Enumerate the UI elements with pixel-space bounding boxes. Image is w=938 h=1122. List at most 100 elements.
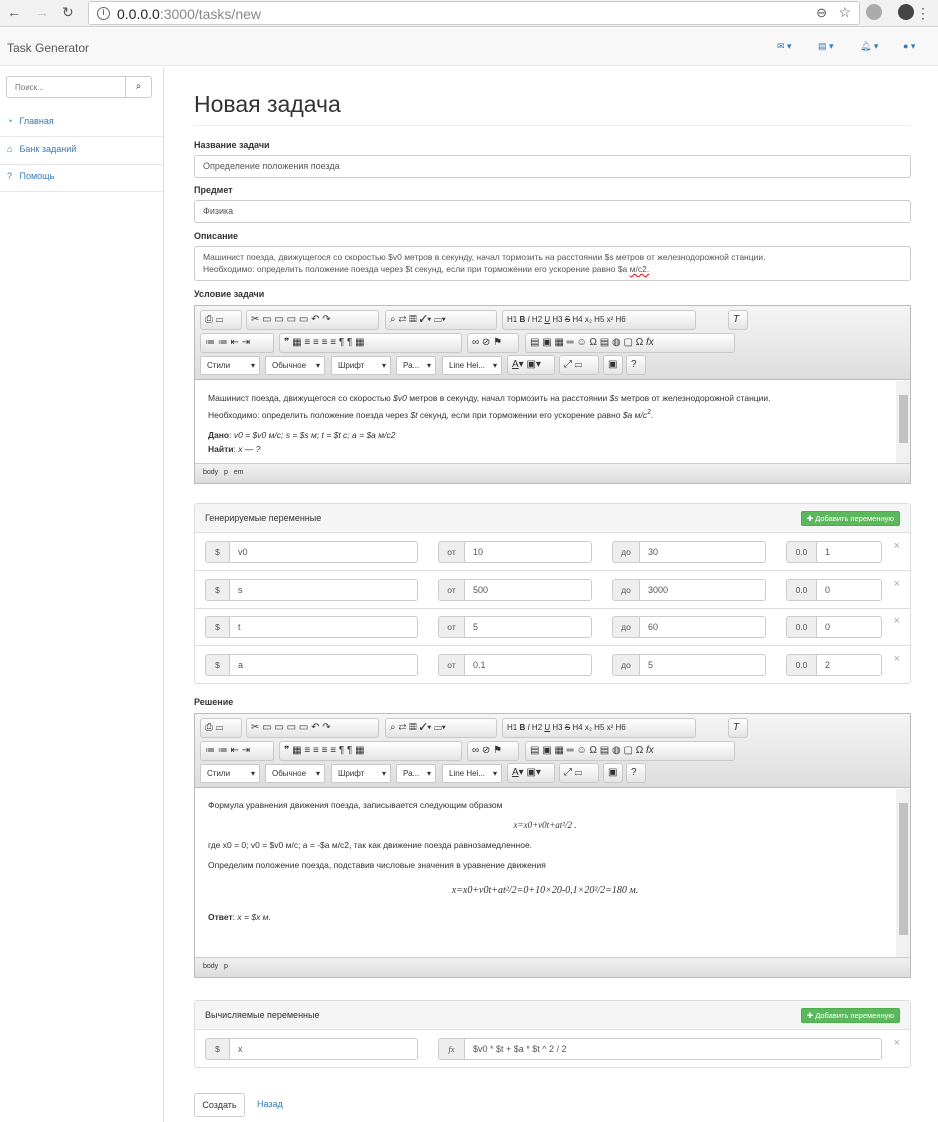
variable-to-input[interactable]: 60 xyxy=(639,616,766,638)
sidebar-item-help[interactable]: ? Помощь xyxy=(0,164,163,192)
variable-to-input[interactable]: 5 xyxy=(639,654,766,676)
heading-format-tools[interactable]: H1 B I H2 U H3 S H4 x₂ H5 x² H6 xyxy=(502,310,696,330)
link-tools[interactable]: ∞ ⊘ ⚑ xyxy=(467,333,519,353)
editor-content[interactable]: Формула уравнения движения поезда, запис… xyxy=(195,789,895,933)
clear-format-icon[interactable]: T xyxy=(728,718,748,738)
image-icon[interactable]: ▣ xyxy=(603,355,623,375)
info-icon[interactable]: i xyxy=(97,7,110,20)
help-icon[interactable]: ? xyxy=(626,355,646,375)
reload-icon[interactable]: ↻ xyxy=(62,4,74,21)
variable-from-input[interactable]: 500 xyxy=(464,579,592,601)
insert-tools[interactable]: ▤ ▣ ▦ ═ ☺ Ω ▤ ◍ ▢ Ω fx xyxy=(525,741,735,761)
line-height-select[interactable]: Line Hei... xyxy=(442,356,502,375)
panel-heading: Вычисляемые переменные ✚ Добавить переме… xyxy=(195,1001,910,1030)
list-tools[interactable]: ≔ ≔ ⇤ ⇥ xyxy=(200,741,274,761)
remove-variable-icon[interactable]: × xyxy=(894,540,900,552)
maximize-tools[interactable]: ⤢ ▭ xyxy=(559,355,599,375)
condition-editor: ⎙ ▭ ✂ ▭ ▭ ▭ ▭ ↶ ↷ ⌕ ⇄ ▦ ✓▾ ▭▾ H1 B I H2 … xyxy=(194,305,911,484)
add-variable-button[interactable]: ✚ Добавить переменную xyxy=(800,511,900,526)
image-icon[interactable]: ▣ xyxy=(603,763,623,783)
variable-from-input[interactable]: 0.1 xyxy=(464,654,592,676)
task-name-input[interactable]: Определение положения поезда xyxy=(194,155,911,178)
editor-content[interactable]: Машинист поезда, движущегося со скорость… xyxy=(195,381,895,466)
clipboard-tools[interactable]: ✂ ▭ ▭ ▭ ▭ ↶ ↷ xyxy=(246,718,379,738)
styles-select[interactable]: Стили xyxy=(200,764,260,783)
description-textarea[interactable]: Машинист поезда, движущегося со скорость… xyxy=(194,246,911,281)
evernote-icon[interactable] xyxy=(898,4,914,20)
styles-select[interactable]: Стили xyxy=(200,356,260,375)
variable-name-input[interactable]: s xyxy=(229,579,418,601)
brand[interactable]: Task Generator xyxy=(7,41,89,55)
dashboard-icon: ◔ xyxy=(7,116,13,126)
back-link[interactable]: Назад xyxy=(257,1099,283,1109)
heading-format-tools[interactable]: H1 B I H2 U H3 S H4 x₂ H5 x² H6 xyxy=(502,718,696,738)
align-tools[interactable]: ❞ ▦ ≡ ≡ ≡ ≡ ¶ ¶ ▦ xyxy=(279,741,462,761)
envelope-icon[interactable]: ✉ ▾ xyxy=(777,41,792,52)
print-icon[interactable]: ⎙ ▭ xyxy=(200,310,242,330)
browser-menu-icon[interactable]: ⋮ xyxy=(916,5,930,22)
variable-from-input[interactable]: 5 xyxy=(464,616,592,638)
variable-from-input[interactable]: 10 xyxy=(464,541,592,563)
line-height-select[interactable]: Line Hei... xyxy=(442,764,502,783)
maximize-tools[interactable]: ⤢ ▭ xyxy=(559,763,599,783)
bank-icon: ⌂ xyxy=(7,144,13,154)
font-select[interactable]: Шрифт xyxy=(331,764,391,783)
format-select[interactable]: Обычное xyxy=(265,764,325,783)
calc-variable-name-input[interactable]: x xyxy=(229,1038,418,1060)
list-tools[interactable]: ≔ ≔ ⇤ ⇥ xyxy=(200,333,274,353)
editor-scrollbar[interactable] xyxy=(896,381,910,465)
user-icon[interactable]: ● ▾ xyxy=(903,41,915,52)
link-tools[interactable]: ∞ ⊘ ⚑ xyxy=(467,741,519,761)
add-variable-button[interactable]: ✚ Добавить переменную xyxy=(800,1008,900,1023)
create-button[interactable]: Создать xyxy=(194,1093,245,1117)
variable-name-input[interactable]: a xyxy=(229,654,418,676)
print-icon[interactable]: ⎙ ▭ xyxy=(200,718,242,738)
variable-precision-input[interactable]: 0 xyxy=(816,579,882,601)
variable-name-input[interactable]: v0 xyxy=(229,541,418,563)
formula-input[interactable]: $v0 * $t + $a * $t ^ 2 / 2 xyxy=(464,1038,882,1060)
address-bar[interactable]: i 0.0.0.0:3000/tasks/new ⊖ ☆ xyxy=(88,1,860,25)
align-tools[interactable]: ❞ ▦ ≡ ≡ ≡ ≡ ¶ ¶ ▦ xyxy=(279,333,462,353)
format-select[interactable]: Обычное xyxy=(265,356,325,375)
search-input[interactable] xyxy=(6,76,126,98)
tasks-icon[interactable]: ▤ ▾ xyxy=(818,41,834,52)
help-icon[interactable]: ? xyxy=(626,763,646,783)
clipboard-tools[interactable]: ✂ ▭ ▭ ▭ ▭ ↶ ↷ xyxy=(246,310,379,330)
find-replace-tools[interactable]: ⌕ ⇄ ▦ ✓▾ ▭▾ xyxy=(385,718,497,738)
variable-precision-input[interactable]: 0 xyxy=(816,616,882,638)
color-tools[interactable]: A▾ ▣▾ xyxy=(507,355,555,375)
question-icon: ? xyxy=(7,171,13,181)
color-tools[interactable]: A▾ ▣▾ xyxy=(507,763,555,783)
task-name-label: Название задачи xyxy=(194,140,270,150)
variable-precision-input[interactable]: 1 xyxy=(816,541,882,563)
variable-row: $ s от 500 до 3000 0.0 0 × xyxy=(195,572,910,609)
subject-input[interactable]: Физика xyxy=(194,200,911,223)
remove-variable-icon[interactable]: × xyxy=(894,1037,900,1049)
clear-format-icon[interactable]: T xyxy=(728,310,748,330)
browser-toolbar: ← → ↻ i 0.0.0.0:3000/tasks/new ⊖ ☆ ⋮ xyxy=(0,0,938,27)
divider xyxy=(194,125,910,126)
variable-precision-input[interactable]: 2 xyxy=(816,654,882,676)
search-button[interactable]: ⌕ xyxy=(125,76,152,98)
variable-to-input[interactable]: 3000 xyxy=(639,579,766,601)
sidebar-item-home[interactable]: ◔ Главная xyxy=(0,109,163,137)
bookmark-star-icon[interactable]: ☆ xyxy=(838,4,851,21)
variable-name-input[interactable]: t xyxy=(229,616,418,638)
back-arrow-icon[interactable]: ← xyxy=(7,4,21,20)
insert-tools[interactable]: ▤ ▣ ▦ ═ ☺ Ω ▤ ◍ ▢ Ω fx xyxy=(525,333,735,353)
sidebar-item-task-bank[interactable]: ⌂ Банк заданий xyxy=(0,137,163,165)
remove-variable-icon[interactable]: × xyxy=(894,653,900,665)
editor-scrollbar[interactable] xyxy=(896,789,910,959)
find-replace-tools[interactable]: ⌕ ⇄ ▦ ✓▾ ▭▾ xyxy=(385,310,497,330)
variable-to-input[interactable]: 30 xyxy=(639,541,766,563)
size-select[interactable]: Ра... xyxy=(396,764,436,783)
font-select[interactable]: Шрифт xyxy=(331,356,391,375)
size-select[interactable]: Ра... xyxy=(396,356,436,375)
zoom-icon[interactable]: ⊖ xyxy=(816,5,827,21)
forward-arrow-icon[interactable]: → xyxy=(35,4,49,20)
remove-variable-icon[interactable]: × xyxy=(894,615,900,627)
bell-icon[interactable]: 🔔︎ ▾ xyxy=(860,41,878,52)
formula-1: x=x0+v0t+at²/2 . xyxy=(513,820,577,830)
remove-variable-icon[interactable]: × xyxy=(894,578,900,590)
extension-globe-icon[interactable] xyxy=(866,4,882,20)
